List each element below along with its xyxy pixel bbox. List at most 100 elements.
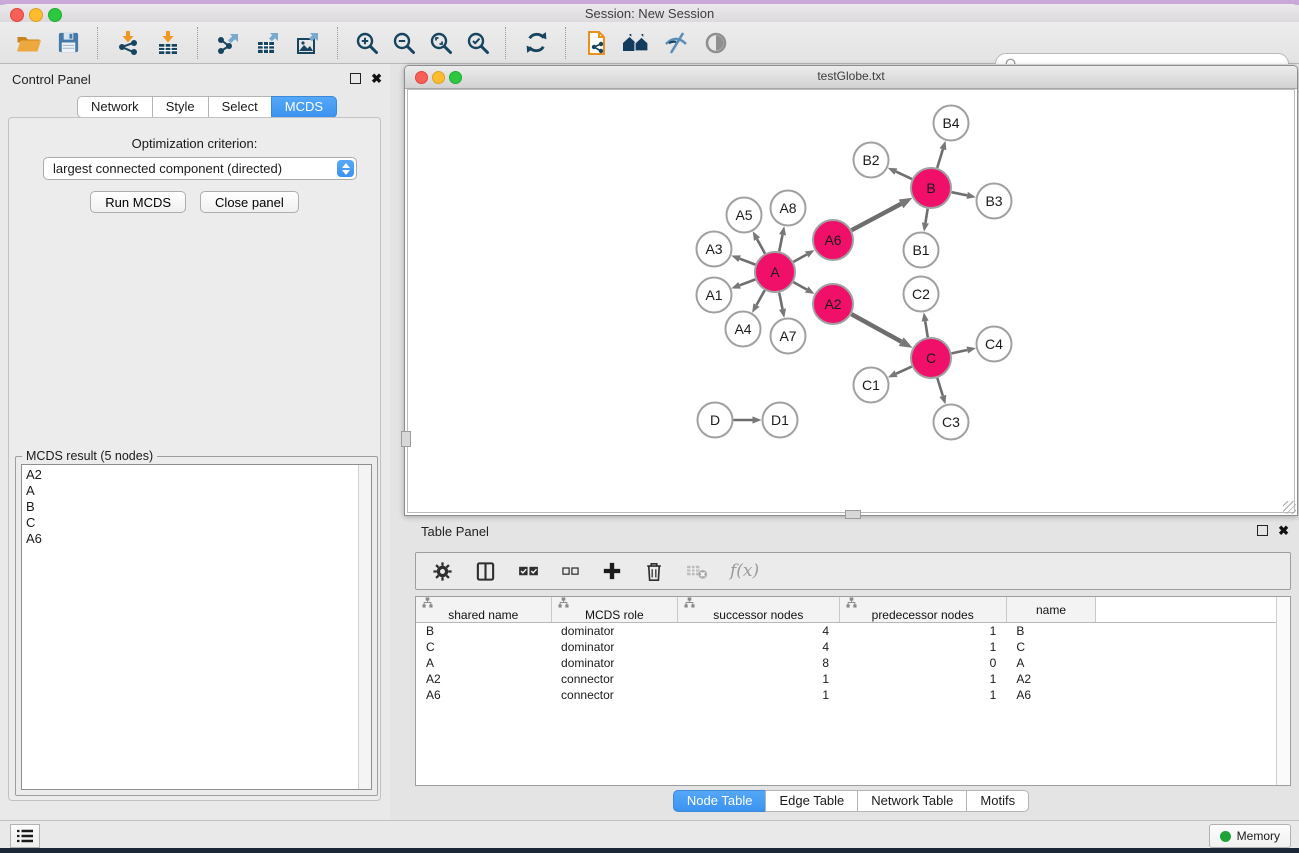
graph-edge-A6-B[interactable] <box>852 204 901 230</box>
column-header-shared-name[interactable]: shared name <box>416 597 551 623</box>
close-panel-icon[interactable]: ✖ <box>1278 525 1289 536</box>
graph-node-C3[interactable]: C3 <box>934 405 969 440</box>
mcds-result-item-a6[interactable]: A6 <box>22 531 371 547</box>
graph-edge-A2-C[interactable] <box>851 314 901 342</box>
graph-node-C4[interactable]: C4 <box>977 327 1012 362</box>
memory-button[interactable]: Memory <box>1209 824 1291 848</box>
graph-edge-C-C2[interactable] <box>925 321 928 337</box>
mcds-result-item-b[interactable]: B <box>22 499 371 515</box>
graph-node-A3[interactable]: A3 <box>697 232 732 267</box>
graph-node-D1[interactable]: D1 <box>763 403 798 438</box>
resize-grip[interactable] <box>1283 501 1296 514</box>
clone-network-button[interactable] <box>576 25 616 61</box>
export-network-button[interactable] <box>208 25 248 61</box>
left-sash-handle[interactable] <box>401 431 411 447</box>
task-history-button[interactable] <box>10 824 40 848</box>
refresh-view-button[interactable] <box>516 25 556 61</box>
graph-node-A2[interactable]: A2 <box>813 284 853 324</box>
table-settings-button[interactable] <box>432 561 453 582</box>
graph-node-D[interactable]: D <box>698 403 733 438</box>
close-panel-button[interactable]: Close panel <box>200 191 299 213</box>
table-row-a2[interactable]: A2connector11A2 <box>416 671 1290 687</box>
float-panel-icon[interactable] <box>350 73 361 84</box>
column-header-predecessor-nodes[interactable]: predecessor nodes <box>839 597 1006 623</box>
graph-edge-A-A6[interactable] <box>793 255 806 262</box>
graph-node-A[interactable]: A <box>755 252 795 292</box>
graph-edge-C-C4[interactable] <box>952 350 968 353</box>
tab-network-table[interactable]: Network Table <box>857 790 967 812</box>
tab-style[interactable]: Style <box>152 96 209 118</box>
tab-edge-table[interactable]: Edge Table <box>765 790 858 812</box>
run-mcds-button[interactable]: Run MCDS <box>90 191 186 213</box>
zoom-in-button[interactable] <box>348 25 385 61</box>
graph-node-A7[interactable]: A7 <box>771 319 806 354</box>
zoom-selected-button[interactable] <box>459 25 496 61</box>
column-header-name[interactable]: name <box>1006 597 1095 623</box>
bottom-sash-handle[interactable] <box>845 510 861 519</box>
select-all-button[interactable] <box>518 564 539 579</box>
show-hide-panels-button[interactable] <box>696 25 736 61</box>
graph-node-C1[interactable]: C1 <box>854 368 889 403</box>
network-canvas[interactable]: B4B2BB3B1A6A5A8A3AA1A4A7A2C2C4CC1C3DD1 <box>407 89 1295 513</box>
function-builder-button[interactable]: f(x) <box>730 561 759 581</box>
column-header-successor-nodes[interactable]: successor nodes <box>678 597 840 623</box>
graph-edge-C-C3[interactable] <box>937 378 943 396</box>
graph-edge-A-A4[interactable] <box>757 290 765 305</box>
table-row-c[interactable]: Cdominator41C <box>416 639 1290 655</box>
float-panel-icon[interactable] <box>1257 525 1268 536</box>
graph-edge-A-A3[interactable] <box>740 259 756 265</box>
graph-edge-A-A5[interactable] <box>757 239 765 253</box>
close-panel-icon[interactable]: ✖ <box>371 73 382 84</box>
graph-edge-A-A8[interactable] <box>779 235 782 252</box>
table-scrollbar[interactable] <box>1276 597 1290 785</box>
column-selector-button[interactable] <box>475 561 496 582</box>
graph-node-A1[interactable]: A1 <box>697 278 732 313</box>
graph-node-A8[interactable]: A8 <box>771 191 806 226</box>
deselect-all-button[interactable] <box>561 565 580 578</box>
tab-mcds[interactable]: MCDS <box>271 96 337 118</box>
graph-node-B1[interactable]: B1 <box>904 233 939 268</box>
graph-node-A5[interactable]: A5 <box>727 198 762 233</box>
open-session-button[interactable] <box>8 25 48 61</box>
export-table-button[interactable] <box>248 25 288 61</box>
graph-edge-A-A7[interactable] <box>779 293 782 310</box>
destroy-view-button[interactable] <box>656 25 696 61</box>
graph-node-C2[interactable]: C2 <box>904 277 939 312</box>
add-column-button[interactable] <box>602 561 622 581</box>
graph-edge-B-B4[interactable] <box>937 149 943 168</box>
tab-node-table[interactable]: Node Table <box>673 790 767 812</box>
table-row-b[interactable]: Bdominator41B <box>416 623 1290 640</box>
graph-node-C[interactable]: C <box>911 338 951 378</box>
delete-table-button[interactable] <box>686 562 708 580</box>
graph-node-A6[interactable]: A6 <box>813 220 853 260</box>
export-image-button[interactable] <box>288 25 328 61</box>
table-row-a[interactable]: Adominator80A <box>416 655 1290 671</box>
mcds-result-item-a2[interactable]: A2 <box>22 467 371 483</box>
table-row-a6[interactable]: A6connector11A6 <box>416 687 1290 703</box>
graph-edge-B-B3[interactable] <box>952 192 968 195</box>
graph-edge-C-C1[interactable] <box>896 367 912 374</box>
mcds-result-item-c[interactable]: C <box>22 515 371 531</box>
graph-node-A4[interactable]: A4 <box>726 312 761 347</box>
graph-edge-A-A2[interactable] <box>793 282 806 289</box>
graph-node-B4[interactable]: B4 <box>934 106 969 141</box>
import-network-button[interactable] <box>108 25 148 61</box>
home-views-button[interactable] <box>616 25 656 61</box>
graph-node-B[interactable]: B <box>911 168 951 208</box>
graph-edge-A-A1[interactable] <box>740 279 756 285</box>
criterion-select[interactable]: largest connected component (directed) <box>43 157 357 180</box>
tab-motifs[interactable]: Motifs <box>966 790 1029 812</box>
list-scrollbar[interactable] <box>358 465 371 789</box>
tab-network[interactable]: Network <box>77 96 153 118</box>
graph-edge-B-B1[interactable] <box>925 209 927 223</box>
save-session-button[interactable] <box>48 25 88 61</box>
delete-column-button[interactable] <box>644 561 664 582</box>
mcds-result-item-a[interactable]: A <box>22 483 371 499</box>
graph-edge-B-B2[interactable] <box>896 172 912 180</box>
tab-select[interactable]: Select <box>208 96 272 118</box>
column-header-MCDS-role[interactable]: MCDS role <box>551 597 678 623</box>
zoom-out-button[interactable] <box>385 25 422 61</box>
zoom-fit-button[interactable] <box>422 25 459 61</box>
import-table-button[interactable] <box>148 25 188 61</box>
graph-node-B3[interactable]: B3 <box>977 184 1012 219</box>
